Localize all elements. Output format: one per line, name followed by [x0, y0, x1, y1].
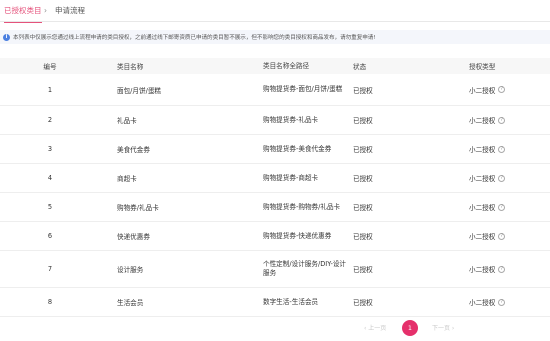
- row-path: 购物提货券-面包/月饼/蛋糕: [263, 85, 343, 93]
- row-path: 数字生活-生活会员: [263, 297, 319, 306]
- help-icon[interactable]: ?: [498, 232, 506, 240]
- row-status: 已授权: [353, 299, 373, 307]
- row-name: 快递优惠券: [117, 233, 150, 241]
- table-row: 4 商超卡 购物提货券-商超卡 已授权 小二授权?: [0, 164, 550, 193]
- row-no: 6: [47, 232, 53, 240]
- type-label: 小二授权: [469, 86, 496, 95]
- help-icon[interactable]: ?: [498, 174, 506, 182]
- type-label: 小二授权: [469, 146, 496, 154]
- table-row: 1 面包/月饼/蛋糕 购物提货券-面包/月饼/蛋糕 已授权 小二授权?: [0, 74, 550, 106]
- row-name: 设计服务: [117, 266, 144, 274]
- page-1-button[interactable]: 1: [402, 320, 418, 336]
- row-status: 已授权: [353, 86, 373, 95]
- header-status: 状态: [353, 63, 367, 71]
- row-type: 小二授权?: [469, 74, 539, 105]
- table-row: 7 设计服务 个性定制/设计服务/DIY-设计服务 已授权 小二授权?: [0, 251, 550, 288]
- tab-application-process[interactable]: 申请流程: [55, 5, 85, 17]
- prev-page-button[interactable]: ‹ 上一页: [364, 322, 386, 336]
- table-row: 6 快递优惠券 购物提货券-快递优惠券 已授权 小二授权?: [0, 222, 550, 251]
- row-no: 7: [47, 265, 53, 273]
- row-path: 购物提货券-快递优惠券: [263, 231, 332, 240]
- row-path: 购物提货券-礼品卡: [263, 115, 319, 124]
- category-table: 编号 类目名称 类目名称全路径 状态 授权类型 1 面包/月饼/蛋糕 购物提货券…: [0, 58, 550, 317]
- row-type: 小二授权?: [469, 193, 539, 221]
- type-label: 小二授权: [469, 299, 496, 307]
- row-path: 购物提货券-美食代金券: [263, 144, 332, 153]
- help-icon[interactable]: ?: [498, 145, 506, 153]
- type-label: 小二授权: [469, 175, 496, 183]
- help-icon[interactable]: ?: [498, 203, 506, 211]
- row-type: 小二授权?: [469, 288, 539, 316]
- row-status: 已授权: [353, 146, 373, 154]
- row-path: 个性定制/设计服务/DIY-设计服务: [263, 260, 347, 277]
- header-path: 类目名称全路径: [263, 61, 310, 70]
- row-no: 4: [47, 174, 53, 182]
- chevron-right-icon: ›: [44, 6, 47, 15]
- type-label: 小二授权: [469, 233, 496, 241]
- table-header: 编号 类目名称 类目名称全路径 状态 授权类型: [0, 58, 550, 74]
- row-path: 购物提货券-购物券/礼品卡: [263, 202, 341, 211]
- row-no: 3: [47, 145, 53, 153]
- header-no: 编号: [43, 63, 57, 71]
- header-type: 授权类型: [469, 63, 496, 71]
- row-type: 小二授权?: [469, 164, 539, 192]
- row-name: 生活会员: [117, 299, 144, 307]
- row-status: 已授权: [353, 233, 373, 241]
- row-name: 面包/月饼/蛋糕: [117, 86, 162, 95]
- row-no: 8: [47, 298, 53, 306]
- tab-bar: 已授权类目 › 申请流程: [0, 0, 550, 23]
- type-label: 小二授权: [469, 266, 496, 274]
- row-no: 1: [47, 85, 53, 94]
- row-no: 5: [47, 203, 53, 211]
- tab-authorized-categories[interactable]: 已授权类目: [4, 5, 42, 23]
- row-status: 已授权: [353, 117, 373, 125]
- row-status: 已授权: [353, 266, 373, 274]
- row-path: 购物提货券-商超卡: [263, 173, 319, 182]
- table-row: 2 礼品卡 购物提货券-礼品卡 已授权 小二授权?: [0, 106, 550, 135]
- header-name: 类目名称: [117, 63, 144, 71]
- row-name: 美食代金券: [117, 146, 150, 154]
- info-icon: i: [3, 33, 10, 41]
- row-type: 小二授权?: [469, 251, 539, 287]
- type-label: 小二授权: [469, 204, 496, 212]
- next-page-button[interactable]: 下一页 ›: [432, 322, 454, 336]
- help-icon[interactable]: ?: [498, 86, 506, 93]
- row-type: 小二授权?: [469, 222, 539, 250]
- row-status: 已授权: [353, 204, 373, 212]
- type-label: 小二授权: [469, 117, 496, 125]
- table-row: 5 购物券/礼品卡 购物提货券-购物券/礼品卡 已授权 小二授权?: [0, 193, 550, 222]
- help-icon[interactable]: ?: [498, 265, 506, 273]
- table-row: 3 美食代金券 购物提货券-美食代金券 已授权 小二授权?: [0, 135, 550, 164]
- table-row: 8 生活会员 数字生活-生活会员 已授权 小二授权?: [0, 288, 550, 317]
- notice-banner: i 本列表中仅展示您通过线上流程申请的类目授权，之前通过线下邮寄资质已申请的类目…: [0, 30, 550, 44]
- notice-text: 本列表中仅展示您通过线上流程申请的类目授权，之前通过线下邮寄资质已申请的类目暂不…: [13, 35, 376, 41]
- row-name: 礼品卡: [117, 117, 137, 125]
- pagination: ‹ 上一页 1 下一页 ›: [0, 320, 550, 336]
- row-name: 商超卡: [117, 175, 137, 183]
- row-name: 购物券/礼品卡: [117, 204, 159, 212]
- row-no: 2: [47, 116, 53, 124]
- help-icon[interactable]: ?: [498, 116, 506, 124]
- row-type: 小二授权?: [469, 135, 539, 163]
- help-icon[interactable]: ?: [498, 298, 506, 306]
- row-status: 已授权: [353, 175, 373, 183]
- row-type: 小二授权?: [469, 106, 539, 134]
